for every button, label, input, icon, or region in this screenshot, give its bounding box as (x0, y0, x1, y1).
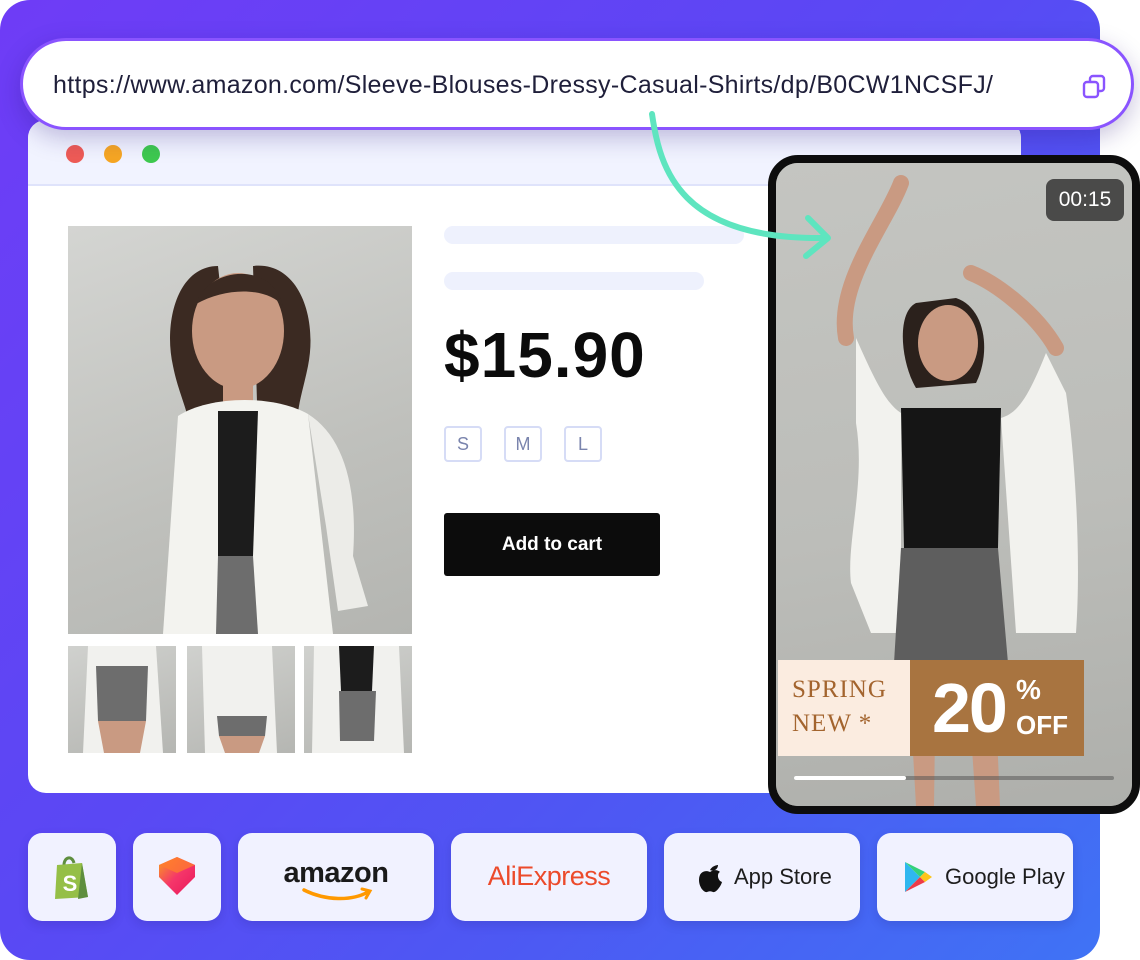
size-option-s[interactable]: S (444, 426, 482, 462)
amazon-label: amazon (283, 857, 389, 889)
size-option-l[interactable]: L (564, 426, 602, 462)
amazon-smile-icon (302, 887, 373, 901)
google-play-label: Google Play (945, 864, 1065, 889)
shopify-bag-icon: S (55, 856, 88, 899)
promo-percent-sign: % (1016, 674, 1041, 705)
product-price: $15.90 (444, 319, 646, 391)
url-text[interactable]: https://www.amazon.com/Sleeve-Blouses-Dr… (53, 71, 993, 100)
close-window-dot[interactable] (66, 145, 84, 163)
promo-off-label: OFF (1016, 710, 1068, 740)
copy-icon[interactable] (1081, 73, 1107, 99)
product-thumbnail-3[interactable] (304, 646, 412, 753)
minimize-window-dot[interactable] (104, 145, 122, 163)
promo-discount-box: 20 % OFF (910, 660, 1084, 756)
curved-arrow-icon (649, 111, 831, 259)
google-play-icon (905, 862, 932, 892)
maximize-window-dot[interactable] (142, 145, 160, 163)
video-timer: 00:15 (1046, 179, 1124, 221)
promo-line-2: NEW * (792, 710, 873, 737)
product-thumbnail-1[interactable] (68, 646, 176, 753)
svg-text:S: S (63, 871, 78, 896)
app-store-label: App Store (734, 864, 832, 889)
apple-icon (699, 865, 722, 893)
promo-banner-text: SPRING NEW * (778, 660, 910, 756)
product-thumbnail-2[interactable] (187, 646, 295, 753)
shopify-badge[interactable]: S (28, 833, 116, 921)
video-progress-fill (794, 776, 906, 780)
app-store-badge[interactable]: App Store (664, 833, 860, 921)
promo-line-1: SPRING (792, 676, 887, 703)
size-option-m[interactable]: M (504, 426, 542, 462)
add-to-cart-button[interactable]: Add to cart (444, 513, 660, 576)
model-figure-illustration (163, 265, 368, 634)
aliexpress-badge[interactable]: AliExpress (451, 833, 647, 921)
lazada-badge[interactable] (133, 833, 221, 921)
promo-discount-number: 20 (932, 669, 1008, 747)
product-main-photo (68, 226, 412, 634)
amazon-badge[interactable]: amazon (238, 833, 434, 921)
lazada-heart-icon (159, 857, 195, 895)
title-placeholder-line-2 (444, 272, 704, 290)
aliexpress-label: AliExpress (487, 861, 611, 891)
url-bar[interactable]: https://www.amazon.com/Sleeve-Blouses-Dr… (20, 38, 1134, 130)
google-play-badge[interactable]: Google Play (877, 833, 1073, 921)
video-progress-bar[interactable] (794, 776, 1114, 780)
